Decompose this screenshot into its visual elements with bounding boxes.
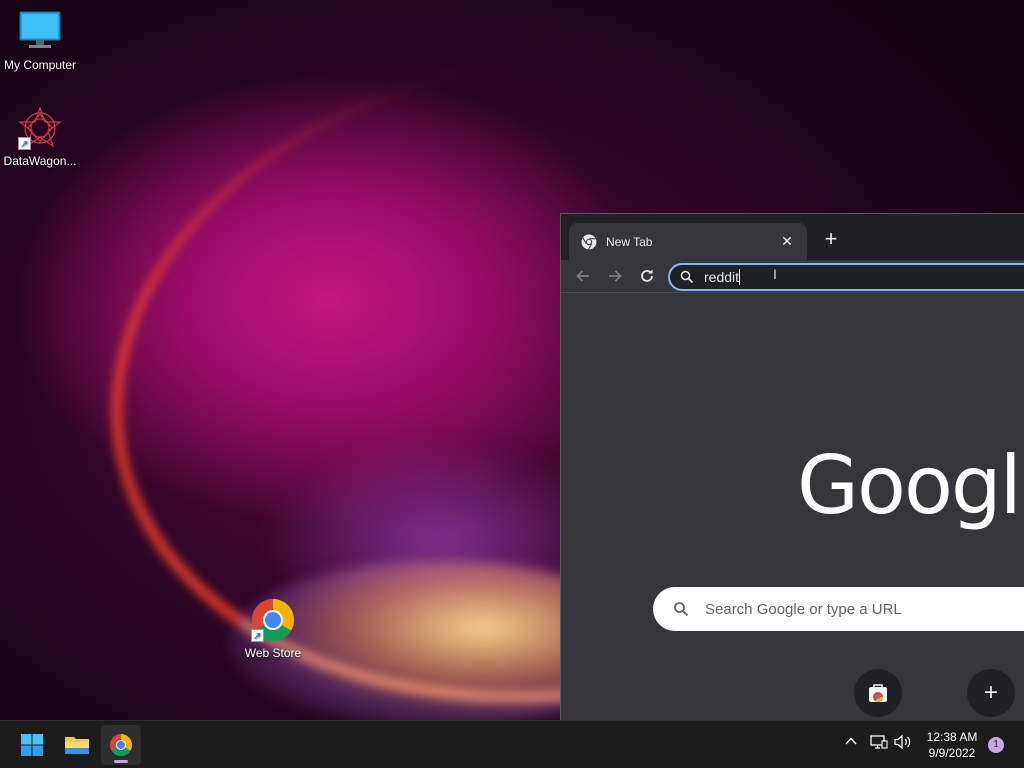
desktop-icon-datawagon[interactable]: ↗ DataWagon... xyxy=(0,106,80,168)
ntp-search-placeholder: Search Google or type a URL xyxy=(705,600,902,618)
desktop-icon-label: DataWagon... xyxy=(3,154,77,168)
reload-icon xyxy=(641,269,653,282)
webstore-bag-icon xyxy=(869,684,887,702)
text-caret xyxy=(739,269,741,285)
speaker-icon xyxy=(894,734,911,750)
shortcut-webstore[interactable] xyxy=(854,669,902,717)
chrome-icon xyxy=(110,734,132,756)
shortcut-arrow-icon: ↗ xyxy=(251,629,264,642)
tray-overflow-button[interactable] xyxy=(844,734,858,753)
file-explorer-icon xyxy=(65,737,89,754)
chrome-favicon-icon xyxy=(581,234,597,250)
new-tab-page: Googl Search Google or type a URL + xyxy=(561,293,1024,720)
taskbar-file-explorer[interactable] xyxy=(57,725,97,765)
start-button[interactable] xyxy=(12,725,52,765)
chrome-webstore-icon: ↗ xyxy=(251,598,295,642)
address-bar-text: reddit xyxy=(704,269,740,285)
taskbar: 12:38 AM 9/9/2022 1 xyxy=(0,720,1024,768)
forward-button[interactable] xyxy=(599,262,631,290)
tab-close-icon[interactable]: ✕ xyxy=(779,233,795,250)
desktop-icon-my-computer[interactable]: My Computer xyxy=(0,10,80,72)
desktop-icon-label: My Computer xyxy=(3,58,77,72)
forward-arrow-icon xyxy=(609,270,622,282)
search-icon xyxy=(674,602,689,617)
tab-strip: New Tab ✕ + xyxy=(561,214,1024,260)
search-icon xyxy=(680,270,694,284)
add-shortcut-button[interactable]: + xyxy=(967,669,1015,717)
tab-new-tab[interactable]: New Tab ✕ xyxy=(569,223,807,260)
clock-date: 9/9/2022 xyxy=(928,746,976,760)
back-arrow-icon xyxy=(576,270,589,282)
desktop-icon-label: Web Store xyxy=(244,646,302,660)
address-bar[interactable]: reddit xyxy=(668,263,1024,291)
datawagon-logo-icon: ↗ xyxy=(18,106,62,150)
network-icon xyxy=(870,735,888,749)
chevron-up-icon xyxy=(845,737,857,745)
clock-time: 12:38 AM xyxy=(926,730,978,744)
clock-button[interactable]: 12:38 AM 9/9/2022 xyxy=(922,729,982,761)
tab-title: New Tab xyxy=(606,234,653,249)
ntp-search-box[interactable]: Search Google or type a URL xyxy=(653,587,1024,631)
google-logo: Googl xyxy=(797,439,1022,532)
network-button[interactable] xyxy=(870,734,888,755)
back-button[interactable] xyxy=(567,262,599,290)
monitor-icon xyxy=(18,10,62,54)
windows-start-icon xyxy=(21,734,43,756)
desktop-icon-web-store[interactable]: ↗ Web Store xyxy=(233,598,313,660)
volume-button[interactable] xyxy=(894,734,912,755)
ibeam-cursor-icon: I xyxy=(773,266,777,282)
notification-badge[interactable]: 1 xyxy=(988,737,1004,753)
browser-toolbar: reddit I xyxy=(561,260,1024,293)
running-indicator xyxy=(114,760,128,763)
new-tab-button[interactable]: + xyxy=(819,228,843,252)
reload-button[interactable] xyxy=(631,262,663,290)
shortcut-arrow-icon: ↗ xyxy=(18,137,31,150)
chrome-window: New Tab ✕ + reddit I Googl Search Google… xyxy=(560,213,1024,720)
taskbar-chrome[interactable] xyxy=(101,725,141,765)
